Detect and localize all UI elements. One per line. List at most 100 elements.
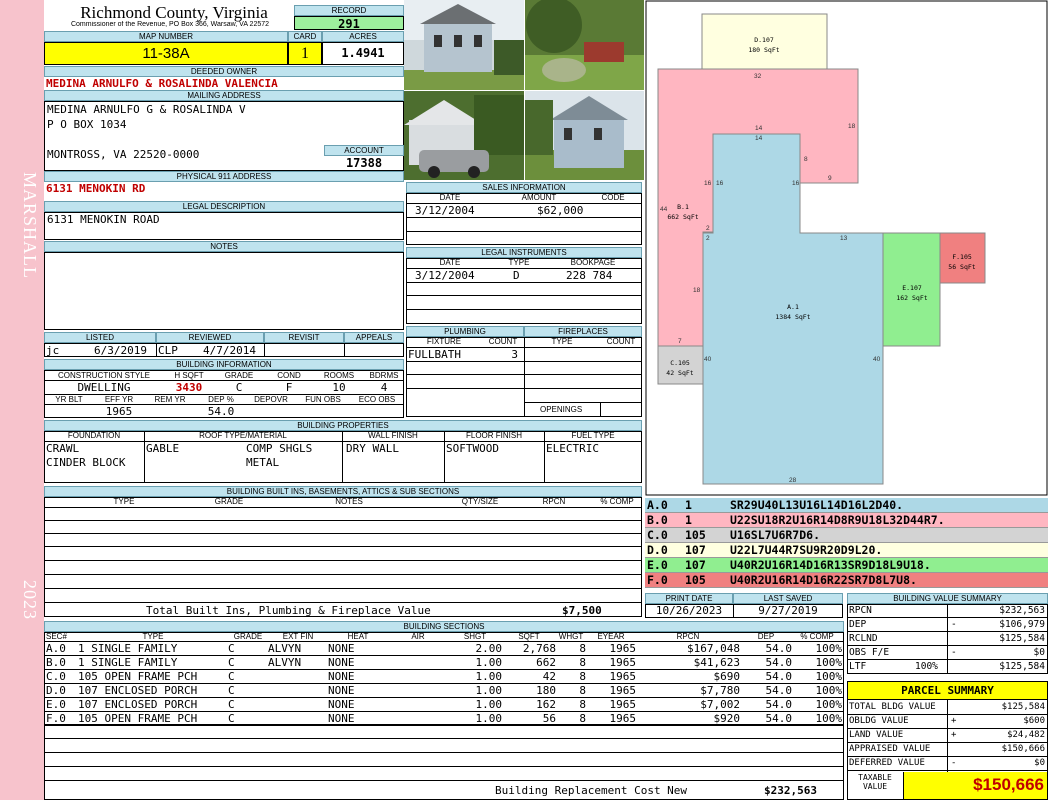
dim-13: 13 bbox=[840, 235, 848, 242]
bv-dep-row: DEP - $106,979 bbox=[847, 618, 1048, 632]
section-cell: 1.00 bbox=[475, 670, 503, 683]
ps-total-bldg: $125,584 bbox=[1001, 702, 1045, 712]
year-label: 2023 bbox=[20, 580, 40, 620]
section-cell: 8 bbox=[579, 670, 586, 683]
sections-col-11: DEP bbox=[757, 632, 775, 641]
section-cell: NONE bbox=[328, 698, 355, 711]
section-cell: 105 OPEN FRAME PCH bbox=[78, 670, 198, 683]
foundation-1: CRAWL bbox=[46, 442, 80, 455]
notes-label: NOTES bbox=[44, 241, 404, 252]
ps-land-row: LAND VALUE + $24,482 bbox=[847, 729, 1048, 743]
section-cell: 107 ENCLOSED PORCH bbox=[78, 684, 198, 697]
dim-14a: 14 bbox=[755, 125, 763, 132]
sale-date: 3/12/2004 bbox=[415, 204, 475, 217]
mail-line-3: MONTROSS, VA 22520-0000 bbox=[47, 148, 200, 161]
dim-2a: 2 bbox=[706, 225, 710, 232]
li-col-book: BOOKPAGE bbox=[570, 258, 616, 267]
wall-finish: DRY WALL bbox=[346, 442, 399, 455]
li-col-date: DATE bbox=[439, 258, 461, 267]
sales-title: SALES INFORMATION bbox=[406, 182, 642, 193]
vector-row: B.0 1 U22SU18R2U16R14D8R9U18L32D44R7. bbox=[645, 513, 1048, 528]
bv-rclnd-label: RCLND bbox=[849, 633, 878, 644]
dim-14b: 14 bbox=[755, 135, 763, 142]
section-cell: 54.0 bbox=[765, 698, 793, 711]
section-cell: 54.0 bbox=[765, 656, 793, 669]
vector-sec: C.0 bbox=[647, 528, 668, 542]
section-cell: 107 ENCLOSED PORCH bbox=[78, 698, 198, 711]
grade: C bbox=[235, 381, 243, 394]
section-cell: 1965 bbox=[609, 642, 637, 655]
dim-18b: 18 bbox=[693, 287, 701, 294]
vector-vector: U40R2U16R14D16R13SR9D18L9U18. bbox=[730, 558, 931, 572]
builtins-h-notes: NOTES bbox=[335, 497, 363, 506]
roof-type: GABLE bbox=[146, 442, 180, 455]
section-cell: B.0 bbox=[46, 656, 66, 669]
builtins-h-qty: QTY/SIZE bbox=[461, 497, 499, 506]
ps-taxable-label-2: VALUE bbox=[862, 782, 888, 791]
sections-col-8: WHGT bbox=[558, 632, 584, 641]
dim-44: 44 bbox=[660, 206, 668, 213]
section-cell: 1.00 bbox=[475, 656, 503, 669]
bv-obs-row: OBS F/E - $0 bbox=[847, 646, 1048, 660]
legal-instruments-title: LEGAL INSTRUMENTS bbox=[406, 247, 642, 258]
ps-land-label: LAND VALUE bbox=[849, 730, 904, 740]
ps-deferred-label: DEFERRED VALUE bbox=[849, 758, 925, 768]
roof-material-1: COMP SHGLS bbox=[246, 442, 313, 455]
sketch-label-e-sqft: 162 SqFt bbox=[896, 294, 927, 302]
bv-ltf-row: LTF 100% $125,584 bbox=[847, 660, 1048, 674]
yard-photo bbox=[525, 0, 644, 90]
reviewed-date: 4/7/2014 bbox=[203, 344, 256, 357]
section-cell: E.0 bbox=[46, 698, 66, 711]
dim-32: 32 bbox=[754, 73, 762, 80]
parcel-summary-title: PARCEL SUMMARY bbox=[848, 682, 1047, 700]
floor-finish: SOFTWOOD bbox=[446, 442, 499, 455]
mailing-address-label: MAILING ADDRESS bbox=[44, 90, 404, 101]
ps-obldg-row: OBLDG VALUE + $600 bbox=[847, 715, 1048, 729]
vector-row: C.0 105 U16SL7U6R7D6. bbox=[645, 528, 1048, 543]
ps-taxable-value: $150,666 bbox=[903, 772, 1047, 799]
li-type: D bbox=[513, 269, 520, 282]
h-fuel: FUEL TYPE bbox=[571, 431, 615, 440]
h-floor: FLOOR FINISH bbox=[465, 431, 522, 440]
last-saved-label: LAST SAVED bbox=[733, 593, 843, 604]
bv-rpcn: $232,563 bbox=[999, 605, 1045, 616]
sketch-label-d-name: D.107 bbox=[754, 36, 774, 44]
section-cell: 8 bbox=[579, 656, 586, 669]
plumbing-col-fixture: FIXTURE bbox=[426, 337, 462, 346]
mail-line-2: P O BOX 1034 bbox=[47, 118, 127, 131]
fuel-type: ELECTRIC bbox=[546, 442, 599, 455]
sections-col-10: RPCN bbox=[676, 632, 700, 641]
section-cell: $41,623 bbox=[693, 656, 740, 669]
fireplace-col-type: TYPE bbox=[551, 337, 573, 346]
plumbing-count: 3 bbox=[511, 348, 518, 361]
listed-date: 6/3/2019 bbox=[94, 344, 147, 357]
print-date: 10/26/2023 bbox=[655, 604, 723, 617]
sections-col-0: SEC# bbox=[46, 632, 67, 641]
map-number: 11-38A bbox=[44, 42, 288, 65]
vector-vector: U16SL7U6R7D6. bbox=[730, 528, 821, 542]
bv-rpcn-label: RPCN bbox=[849, 605, 872, 616]
record-value: 291 bbox=[294, 16, 404, 30]
sketch-label-f-name: F.105 bbox=[952, 253, 972, 261]
vector-vector: SR29U40L13U16L14D16L2D40. bbox=[730, 498, 904, 512]
county-title: Richmond County, Virginia bbox=[80, 3, 268, 22]
plumbing-col-count: COUNT bbox=[488, 337, 518, 346]
construction-style: DWELLING bbox=[77, 381, 131, 394]
sketch-label-c-name: C.105 bbox=[670, 359, 690, 367]
bv-ltf: $125,584 bbox=[999, 661, 1045, 672]
account-label: ACCOUNT bbox=[324, 145, 404, 156]
ps-taxable-label: TAXABLE VALUE bbox=[848, 773, 902, 791]
dim-16a: 16 bbox=[704, 180, 712, 187]
dim-7: 7 bbox=[678, 338, 682, 345]
house-photo-3 bbox=[525, 91, 644, 180]
section-row: D.0 107 ENCLOSED PORCH C NONE 1.00 180 8 1965 $7… bbox=[44, 684, 844, 698]
sidebar: MARSHALL 2023 bbox=[0, 0, 44, 800]
acres-label: ACRES bbox=[322, 31, 404, 42]
sketch-label-f-sqft: 56 SqFt bbox=[948, 263, 975, 271]
house-photo-2 bbox=[404, 91, 524, 180]
sections-col-4: HEAT bbox=[347, 632, 369, 641]
vector-code: 105 bbox=[685, 528, 706, 542]
h-rooms: ROOMS bbox=[323, 371, 355, 380]
section-cell: C bbox=[228, 656, 235, 669]
revisit-label: REVISIT bbox=[264, 332, 344, 343]
